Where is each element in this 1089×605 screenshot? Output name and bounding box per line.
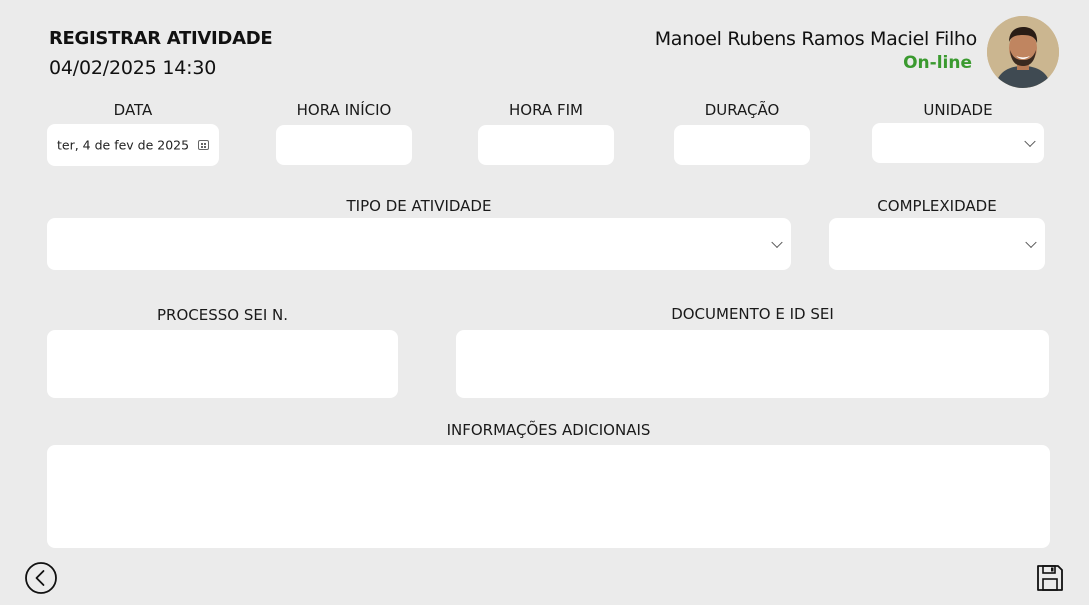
chevron-left-circle-icon <box>25 562 57 594</box>
tipo-atividade-dropdown[interactable] <box>47 218 791 270</box>
label-hora-inicio: HORA INÍCIO <box>296 101 392 119</box>
label-duracao: DURAÇÃO <box>704 101 780 119</box>
label-data: DATA <box>113 101 153 119</box>
complexidade-dropdown[interactable] <box>829 218 1045 270</box>
date-value: ter, 4 de fev de 2025 <box>57 137 190 153</box>
hora-inicio-input[interactable] <box>276 125 412 165</box>
back-button[interactable] <box>24 561 58 595</box>
current-datetime: 04/02/2025 14:30 <box>49 57 217 79</box>
chevron-down-icon <box>771 236 783 249</box>
chevron-down-icon <box>1025 236 1037 249</box>
user-name: Manoel Rubens Ramos Maciel Filho <box>654 28 978 50</box>
label-documento-id-sei: DOCUMENTO E ID SEI <box>671 305 834 323</box>
save-button[interactable] <box>1035 563 1065 593</box>
label-unidade: UNIDADE <box>923 101 993 119</box>
page-title: REGISTRAR ATIVIDADE <box>49 28 273 49</box>
unidade-dropdown[interactable] <box>872 123 1044 163</box>
floppy-disk-icon <box>1037 565 1063 591</box>
avatar[interactable] <box>987 16 1059 88</box>
documento-id-sei-input[interactable] <box>456 330 1049 398</box>
processo-sei-input[interactable] <box>47 330 398 398</box>
label-informacoes-adicionais: INFORMAÇÕES ADICIONAIS <box>446 421 651 439</box>
date-picker[interactable]: ter, 4 de fev de 2025 <box>47 124 219 166</box>
hora-fim-input[interactable] <box>478 125 614 165</box>
user-photo <box>987 16 1059 88</box>
label-hora-fim: HORA FIM <box>509 101 583 119</box>
label-complexidade: COMPLEXIDADE <box>877 197 997 215</box>
calendar-icon[interactable] <box>198 140 209 150</box>
label-tipo-atividade: TIPO DE ATIVIDADE <box>346 197 492 215</box>
informacoes-adicionais-textarea[interactable] <box>47 445 1050 548</box>
user-status: On-line <box>903 53 972 73</box>
chevron-down-icon <box>1024 135 1036 148</box>
label-processo-sei: PROCESSO SEI N. <box>156 306 289 324</box>
duracao-input[interactable] <box>674 125 810 165</box>
